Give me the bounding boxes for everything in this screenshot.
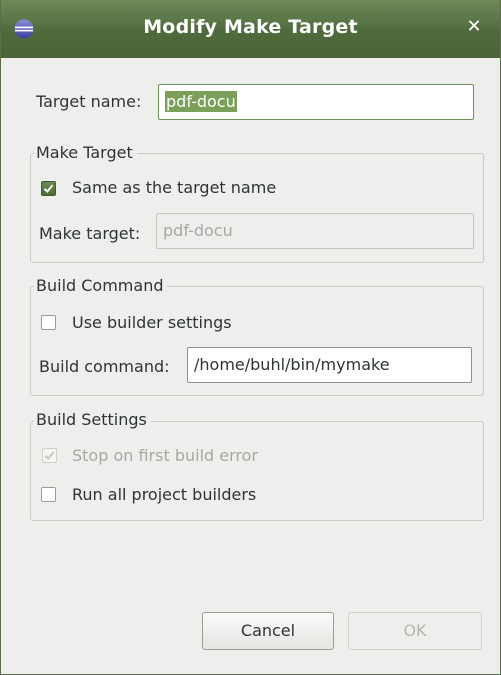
same-as-target-label[interactable]: Same as the target name <box>72 178 276 197</box>
target-name-label: Target name: <box>36 92 142 111</box>
title-bar[interactable]: Modify Make Target ✕ <box>1 0 500 58</box>
make-target-group-title: Make Target <box>34 143 137 162</box>
run-all-builders-checkbox[interactable] <box>41 487 56 502</box>
run-all-builders-label[interactable]: Run all project builders <box>72 485 256 504</box>
target-name-value: pdf-docu <box>165 91 237 112</box>
modify-make-target-dialog: Modify Make Target ✕ Target name: pdf-do… <box>0 0 501 675</box>
make-target-label: Make target: <box>39 224 141 243</box>
ok-button[interactable]: OK <box>348 612 482 650</box>
build-settings-group-title: Build Settings <box>34 410 151 429</box>
target-name-input[interactable]: pdf-docu <box>158 84 474 120</box>
dialog-body: Target name: pdf-docu Make Target Same a… <box>1 58 500 674</box>
close-icon[interactable]: ✕ <box>464 17 484 37</box>
dialog-title: Modify Make Target <box>143 16 358 38</box>
build-command-group-title: Build Command <box>34 276 168 295</box>
make-target-input[interactable]: pdf-docu <box>156 213 474 249</box>
same-as-target-checkbox[interactable] <box>41 181 56 196</box>
use-builder-settings-checkbox[interactable] <box>41 315 56 330</box>
build-settings-group <box>30 421 484 521</box>
stop-on-first-error-label: Stop on first build error <box>72 446 258 465</box>
build-command-input[interactable]: /home/buhl/bin/mymake <box>187 347 472 383</box>
cancel-button[interactable]: Cancel <box>202 612 334 650</box>
checkmark-icon <box>44 451 55 460</box>
use-builder-settings-label[interactable]: Use builder settings <box>72 313 232 332</box>
stop-on-first-error-checkbox[interactable] <box>42 448 57 463</box>
build-command-label: Build command: <box>39 357 170 376</box>
checkmark-icon <box>43 184 54 193</box>
